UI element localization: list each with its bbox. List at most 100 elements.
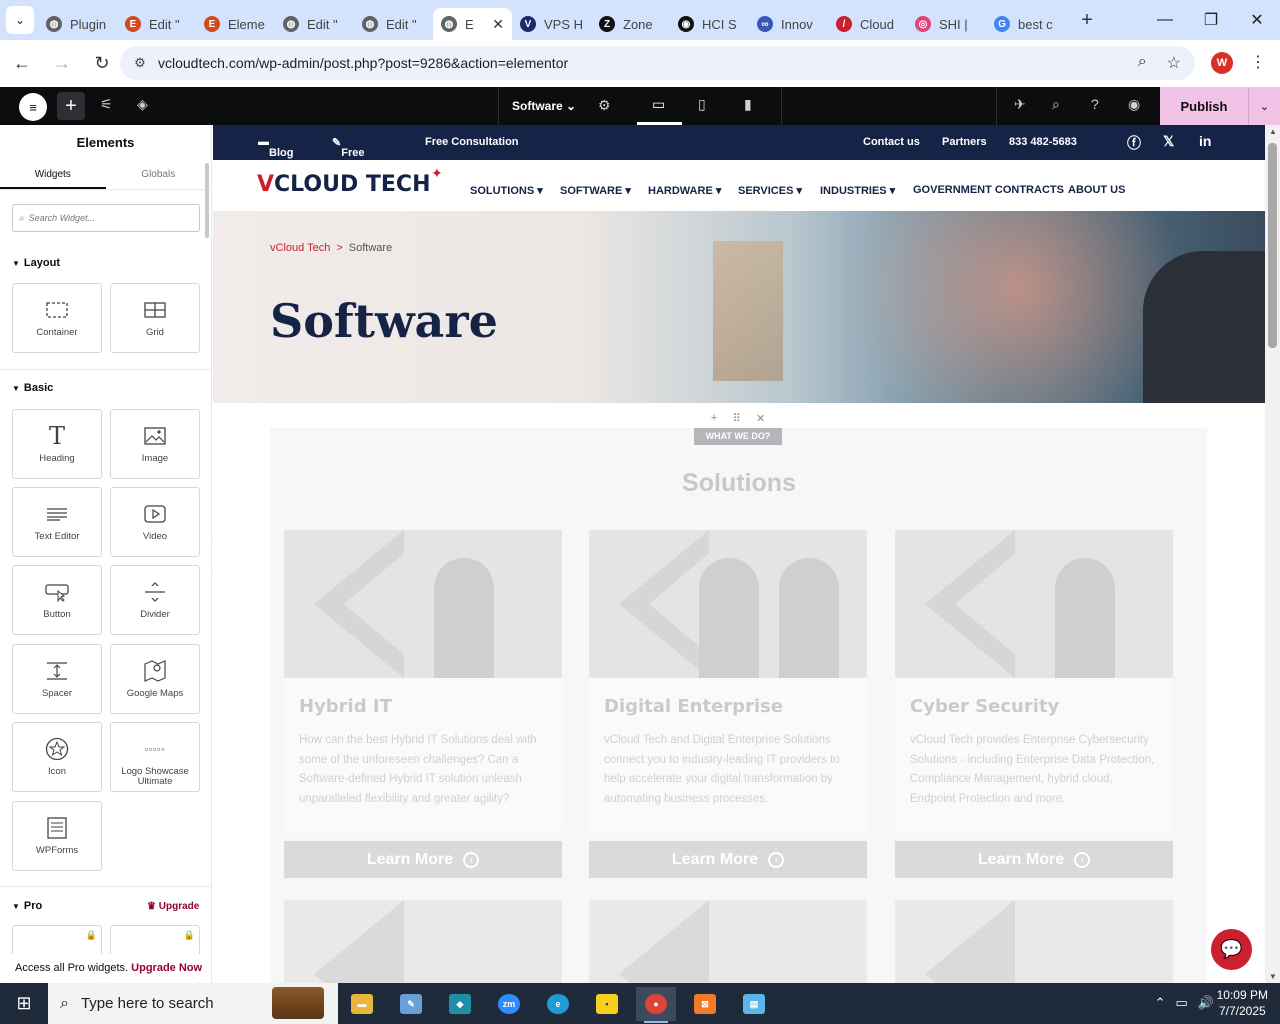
- browser-menu-icon[interactable]: ⋮: [1250, 52, 1266, 72]
- category-pro[interactable]: ▼ Pro: [12, 900, 42, 912]
- close-window-icon[interactable]: ✕: [1234, 0, 1280, 40]
- nav-about[interactable]: ABOUT US: [1068, 184, 1125, 196]
- reload-icon[interactable]: ↻: [84, 53, 120, 74]
- widget-image[interactable]: Image: [110, 409, 200, 479]
- structure-layers-icon[interactable]: ◈: [137, 96, 148, 113]
- tablet-view-icon[interactable]: ▯: [698, 96, 706, 113]
- page-name[interactable]: Software ⌄: [512, 99, 576, 113]
- x-twitter-icon[interactable]: 𝕏: [1163, 133, 1174, 150]
- widget-container[interactable]: Container: [12, 283, 102, 353]
- browser-tab[interactable]: ◍ Edit ": [275, 8, 354, 40]
- network-icon[interactable]: ▭: [1176, 995, 1188, 1011]
- nav-software[interactable]: SOFTWARE ▾: [560, 184, 631, 197]
- bookmark-star-icon[interactable]: ☆: [1167, 53, 1181, 73]
- upgrade-now-link[interactable]: Upgrade Now: [131, 962, 202, 974]
- browser-tab[interactable]: Gbest c: [986, 8, 1065, 40]
- notifications-icon[interactable]: ✈: [1014, 96, 1026, 113]
- widget-button[interactable]: Button: [12, 565, 102, 635]
- publish-options-chevron-icon[interactable]: ⌄: [1248, 87, 1280, 125]
- help-icon[interactable]: ?: [1091, 96, 1099, 112]
- elementor-logo-icon[interactable]: ≡: [19, 93, 47, 121]
- close-tab-icon[interactable]: ✕: [492, 16, 504, 33]
- notepad-icon[interactable]: ▤: [734, 987, 774, 1021]
- zoom-icon[interactable]: ⌕: [1138, 53, 1147, 73]
- partners-link[interactable]: Partners: [942, 136, 987, 148]
- nav-services[interactable]: SERVICES ▾: [738, 184, 802, 197]
- tab-search-dropdown-icon[interactable]: ⌄: [6, 6, 34, 34]
- learn-more-button[interactable]: Learn More ›: [284, 841, 562, 878]
- browser-tab[interactable]: ◍ E ✕: [433, 8, 512, 40]
- preview-eye-icon[interactable]: ◉: [1128, 96, 1140, 113]
- consultation-link[interactable]: Free Consultation: [425, 136, 519, 148]
- scroll-up-icon[interactable]: ▲: [1269, 127, 1277, 136]
- widget-grid[interactable]: Grid: [110, 283, 200, 353]
- browser-tab[interactable]: / Cloud: [828, 8, 907, 40]
- upgrade-link[interactable]: ♛ Upgrade: [147, 901, 199, 912]
- desktop-view-icon[interactable]: ▭: [652, 96, 665, 113]
- nav-hardware[interactable]: HARDWARE ▾: [648, 184, 721, 197]
- widget-search[interactable]: ⌕: [12, 204, 200, 232]
- facebook-icon[interactable]: ⓕ: [1127, 133, 1141, 153]
- card-cyber-security[interactable]: Cyber Security vCloud Tech provides Ente…: [895, 530, 1173, 831]
- widget-icon[interactable]: Icon: [12, 722, 102, 792]
- linkedin-icon[interactable]: in: [1199, 133, 1211, 149]
- add-section-icon[interactable]: +: [711, 412, 717, 424]
- url-text[interactable]: vcloudtech.com/wp-admin/post.php?post=92…: [158, 55, 568, 71]
- app-diamond-icon[interactable]: ◆: [440, 987, 480, 1021]
- forward-icon[interactable]: →: [44, 53, 80, 74]
- chat-icon[interactable]: 💬: [1211, 929, 1252, 970]
- scrollbar-thumb[interactable]: [1268, 143, 1277, 348]
- site-settings-icon[interactable]: ⚟: [100, 96, 113, 113]
- widget-spacer[interactable]: Spacer: [12, 644, 102, 714]
- drag-section-icon[interactable]: ⠿: [733, 412, 741, 425]
- section-tag[interactable]: WHAT WE DO?: [694, 428, 782, 445]
- taskbar-search-text[interactable]: Type here to search: [81, 995, 214, 1012]
- browser-tab[interactable]: Z Zone: [591, 8, 670, 40]
- contact-link[interactable]: Contact us: [863, 136, 920, 148]
- widget-heading[interactable]: T Heading: [12, 409, 102, 479]
- browser-tab[interactable]: ◎ SHI |: [907, 8, 986, 40]
- page-selector[interactable]: Software ⌄ ⚙: [498, 87, 782, 125]
- zoom-app-icon[interactable]: zm: [489, 987, 529, 1021]
- section-heading[interactable]: Solutions: [213, 469, 1265, 498]
- profile-avatar[interactable]: W: [1211, 52, 1233, 74]
- omnibox[interactable]: ⚙ vcloudtech.com/wp-admin/post.php?post=…: [120, 46, 1195, 80]
- restore-icon[interactable]: ❐: [1188, 0, 1234, 40]
- browser-tab[interactable]: ◍ Edit ": [354, 8, 433, 40]
- browser-tab[interactable]: E Edit ": [117, 8, 196, 40]
- panel-scrollbar[interactable]: [205, 163, 209, 238]
- breadcrumb-home[interactable]: vCloud Tech: [270, 242, 330, 254]
- taskbar-search[interactable]: ⌕ Type here to search: [48, 983, 338, 1024]
- widget-video[interactable]: Video: [110, 487, 200, 557]
- tab-widgets[interactable]: Widgets: [0, 161, 106, 189]
- edge-icon[interactable]: e: [538, 987, 578, 1021]
- minimize-icon[interactable]: —: [1142, 0, 1188, 40]
- show-hidden-icons-icon[interactable]: ⌃: [1155, 995, 1166, 1011]
- file-explorer-icon[interactable]: ▬: [342, 987, 382, 1021]
- tab-globals[interactable]: Globals: [106, 161, 212, 189]
- new-tab-button[interactable]: +: [1073, 9, 1101, 32]
- sticky-notes-icon[interactable]: ▪: [587, 987, 627, 1021]
- widget-text-editor[interactable]: Text Editor: [12, 487, 102, 557]
- nav-government[interactable]: GOVERNMENT CONTRACTS: [913, 184, 1064, 196]
- mobile-view-icon[interactable]: ▮: [744, 96, 752, 113]
- browser-tab[interactable]: ◉ HCI S: [670, 8, 749, 40]
- blog-link[interactable]: ▬ Blog: [258, 136, 293, 159]
- free-tools-link[interactable]: ✎ Free Tools: [332, 136, 370, 171]
- add-element-button[interactable]: +: [57, 92, 85, 120]
- site-info-icon[interactable]: ⚙: [128, 55, 152, 71]
- chrome-icon[interactable]: ●: [636, 987, 676, 1023]
- learn-more-button[interactable]: Learn More ›: [895, 841, 1173, 878]
- learn-more-button[interactable]: Learn More ›: [589, 841, 867, 878]
- browser-tab[interactable]: E Eleme: [196, 8, 275, 40]
- back-icon[interactable]: ←: [4, 53, 40, 74]
- taskbar-clock[interactable]: 10:09 PM 7/7/2025: [1217, 987, 1268, 1019]
- browser-tab[interactable]: V VPS H: [512, 8, 591, 40]
- delete-section-icon[interactable]: ✕: [756, 412, 765, 425]
- paint-icon[interactable]: ✎: [391, 987, 431, 1021]
- browser-tab[interactable]: ∞ Innov: [749, 8, 828, 40]
- card-hybrid-it[interactable]: Hybrid IT How can the best Hybrid IT Sol…: [284, 530, 562, 831]
- card-digital-enterprise[interactable]: Digital Enterprise vCloud Tech and Digit…: [589, 530, 867, 831]
- widget-wpforms[interactable]: WPForms: [12, 801, 102, 871]
- publish-button[interactable]: Publish: [1160, 87, 1248, 125]
